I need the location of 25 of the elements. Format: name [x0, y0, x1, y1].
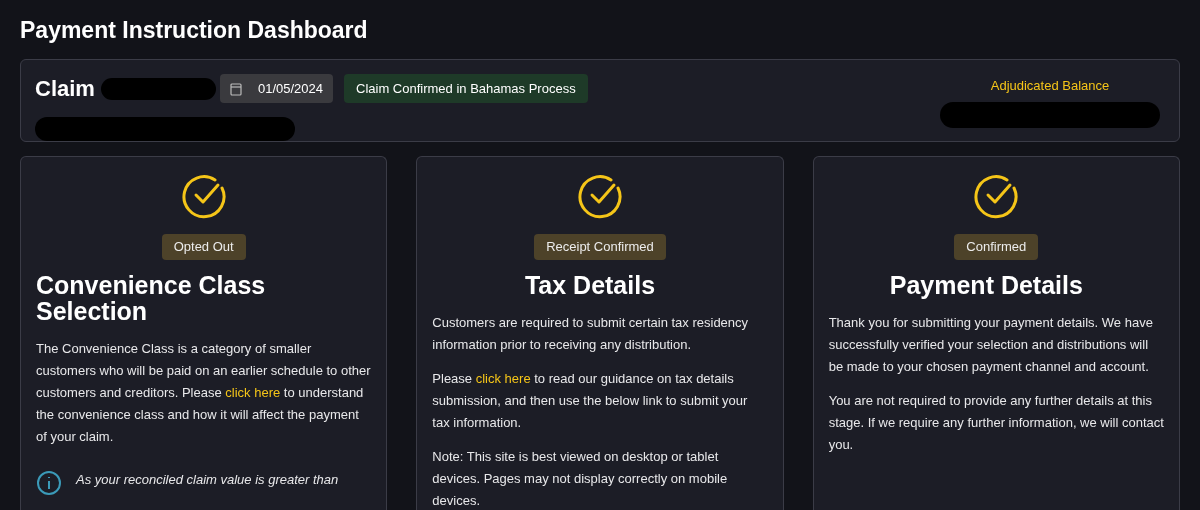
- card-paragraph: Note: This site is best viewed on desktop or tablet devices. Pages may not display correctly on mobile devices.: [432, 447, 729, 510]
- calendar-icon: [229, 81, 242, 96]
- check-circle-icon: [180, 173, 227, 219]
- check-circle-icon: [577, 173, 623, 219]
- card-title: Payment Details: [888, 271, 1084, 298]
- status-badge: Opted Out: [161, 234, 246, 260]
- card-title: Tax Details: [523, 271, 657, 298]
- card-paragraph: You are not required to provide any further details at this stage. If we require any further information, we will contact you.: [828, 391, 1164, 454]
- click-here-link[interactable]: click here: [475, 370, 531, 386]
- card-paragraph: The Convenience Class is a category of smaller customers who will be paid on an earlier schedule to other customers and creditors. Please click here to understand the convenience class and how it will affect the payment of your claim.: [36, 339, 372, 446]
- balance-label: Adjudicated Balance: [990, 77, 1110, 95]
- info-icon: [36, 469, 62, 496]
- card-paragraph: Customers are required to submit certain tax residency information prior to receiving any distribution.: [432, 313, 750, 354]
- info-note: As your reconciled claim value is greater than: [76, 470, 339, 489]
- claim-title: Claim: [35, 75, 95, 103]
- status-badge: Claim Confirmed in Bahamas Process: [344, 73, 588, 104]
- card-title: Convenience Class Selection: [36, 271, 267, 324]
- check-circle-icon: [973, 173, 1020, 219]
- page-title: Payment Instruction Dashboard: [20, 16, 369, 45]
- claim-date: 01/05/2024: [257, 79, 323, 98]
- status-badge: Receipt Confirmed: [534, 234, 666, 260]
- click-here-link[interactable]: click here: [225, 384, 281, 400]
- card-paragraph: Please click here to read our guidance on tax details submission, and then use the below link to submit your tax information.: [432, 369, 749, 432]
- status-badge: Confirmed: [954, 234, 1039, 260]
- card-paragraph: Thank you for submitting your payment details. We have successfully verified your selection and distributions will be made to your chosen payment channel and account.: [828, 313, 1154, 376]
